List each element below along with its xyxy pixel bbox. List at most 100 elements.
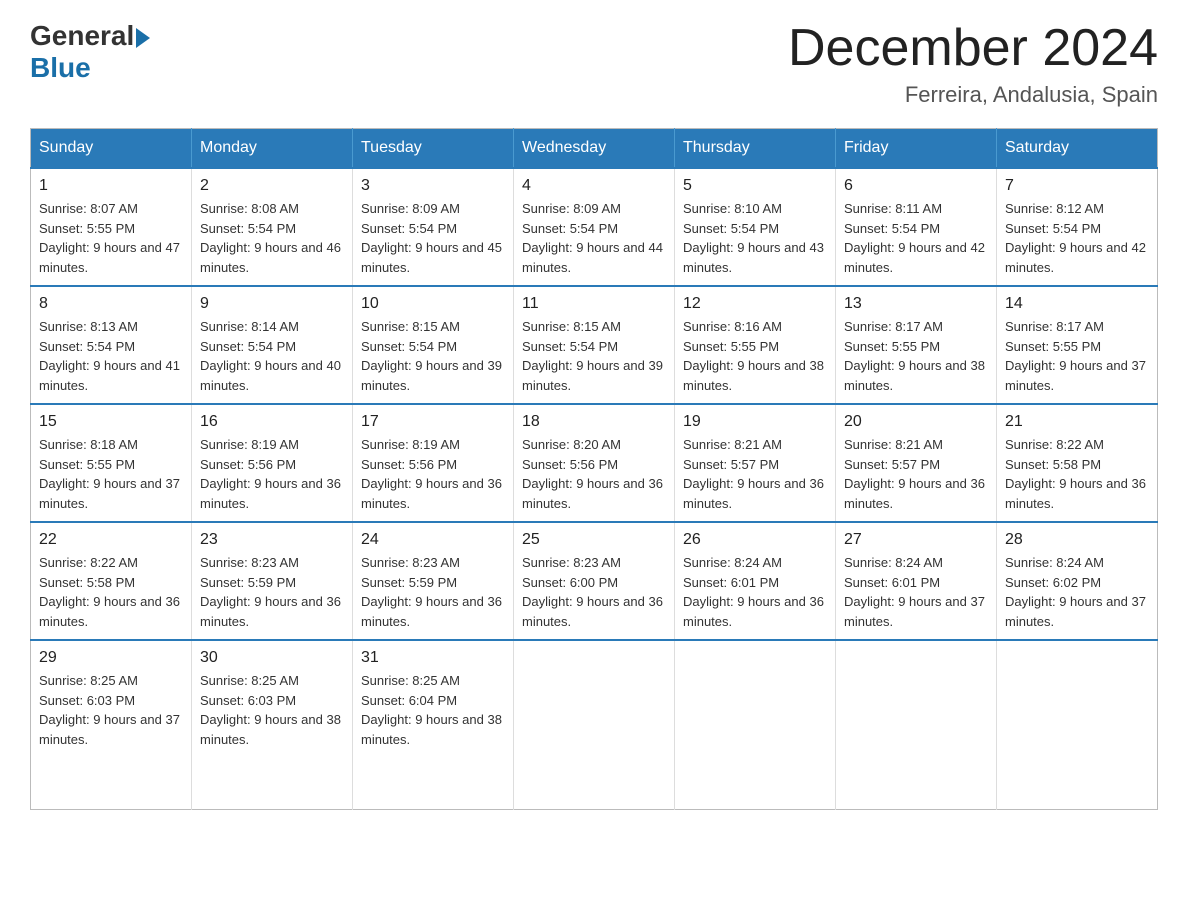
- calendar-day-cell: 6 Sunrise: 8:11 AM Sunset: 5:54 PM Dayli…: [836, 168, 997, 286]
- day-info: Sunrise: 8:18 AM Sunset: 5:55 PM Dayligh…: [39, 435, 183, 513]
- calendar-day-cell: 22 Sunrise: 8:22 AM Sunset: 5:58 PM Dayl…: [31, 522, 192, 640]
- day-info: Sunrise: 8:22 AM Sunset: 5:58 PM Dayligh…: [39, 553, 183, 631]
- calendar-day-cell: 12 Sunrise: 8:16 AM Sunset: 5:55 PM Dayl…: [675, 286, 836, 404]
- day-info: Sunrise: 8:24 AM Sunset: 6:02 PM Dayligh…: [1005, 553, 1149, 631]
- day-info: Sunrise: 8:09 AM Sunset: 5:54 PM Dayligh…: [361, 199, 505, 277]
- day-info: Sunrise: 8:20 AM Sunset: 5:56 PM Dayligh…: [522, 435, 666, 513]
- day-info: Sunrise: 8:15 AM Sunset: 5:54 PM Dayligh…: [361, 317, 505, 395]
- calendar-day-cell: 26 Sunrise: 8:24 AM Sunset: 6:01 PM Dayl…: [675, 522, 836, 640]
- weekday-header: Monday: [192, 129, 353, 169]
- day-info: Sunrise: 8:17 AM Sunset: 5:55 PM Dayligh…: [844, 317, 988, 395]
- day-info: Sunrise: 8:25 AM Sunset: 6:04 PM Dayligh…: [361, 671, 505, 749]
- location-text: Ferreira, Andalusia, Spain: [788, 82, 1158, 108]
- day-number: 31: [361, 649, 505, 667]
- day-info: Sunrise: 8:08 AM Sunset: 5:54 PM Dayligh…: [200, 199, 344, 277]
- calendar-day-cell: 18 Sunrise: 8:20 AM Sunset: 5:56 PM Dayl…: [514, 404, 675, 522]
- calendar-day-cell: 30 Sunrise: 8:25 AM Sunset: 6:03 PM Dayl…: [192, 640, 353, 810]
- weekday-header: Saturday: [997, 129, 1158, 169]
- month-title: December 2024: [788, 20, 1158, 77]
- day-number: 6: [844, 177, 988, 195]
- calendar-day-cell: 25 Sunrise: 8:23 AM Sunset: 6:00 PM Dayl…: [514, 522, 675, 640]
- day-info: Sunrise: 8:10 AM Sunset: 5:54 PM Dayligh…: [683, 199, 827, 277]
- day-number: 15: [39, 413, 183, 431]
- day-number: 24: [361, 531, 505, 549]
- day-info: Sunrise: 8:23 AM Sunset: 5:59 PM Dayligh…: [361, 553, 505, 631]
- day-info: Sunrise: 8:25 AM Sunset: 6:03 PM Dayligh…: [200, 671, 344, 749]
- day-number: 7: [1005, 177, 1149, 195]
- calendar-day-cell: 13 Sunrise: 8:17 AM Sunset: 5:55 PM Dayl…: [836, 286, 997, 404]
- day-number: 9: [200, 295, 344, 313]
- calendar-day-cell: 23 Sunrise: 8:23 AM Sunset: 5:59 PM Dayl…: [192, 522, 353, 640]
- day-number: 21: [1005, 413, 1149, 431]
- day-info: Sunrise: 8:14 AM Sunset: 5:54 PM Dayligh…: [200, 317, 344, 395]
- day-info: Sunrise: 8:07 AM Sunset: 5:55 PM Dayligh…: [39, 199, 183, 277]
- day-info: Sunrise: 8:13 AM Sunset: 5:54 PM Dayligh…: [39, 317, 183, 395]
- day-info: Sunrise: 8:21 AM Sunset: 5:57 PM Dayligh…: [844, 435, 988, 513]
- day-number: 10: [361, 295, 505, 313]
- calendar-day-cell: 5 Sunrise: 8:10 AM Sunset: 5:54 PM Dayli…: [675, 168, 836, 286]
- day-info: Sunrise: 8:16 AM Sunset: 5:55 PM Dayligh…: [683, 317, 827, 395]
- day-number: 16: [200, 413, 344, 431]
- day-info: Sunrise: 8:17 AM Sunset: 5:55 PM Dayligh…: [1005, 317, 1149, 395]
- calendar-day-cell: 8 Sunrise: 8:13 AM Sunset: 5:54 PM Dayli…: [31, 286, 192, 404]
- calendar-day-cell: 21 Sunrise: 8:22 AM Sunset: 5:58 PM Dayl…: [997, 404, 1158, 522]
- day-info: Sunrise: 8:22 AM Sunset: 5:58 PM Dayligh…: [1005, 435, 1149, 513]
- day-info: Sunrise: 8:24 AM Sunset: 6:01 PM Dayligh…: [844, 553, 988, 631]
- day-number: 12: [683, 295, 827, 313]
- day-number: 8: [39, 295, 183, 313]
- weekday-header: Wednesday: [514, 129, 675, 169]
- weekday-header: Friday: [836, 129, 997, 169]
- calendar-day-cell: 14 Sunrise: 8:17 AM Sunset: 5:55 PM Dayl…: [997, 286, 1158, 404]
- day-number: 26: [683, 531, 827, 549]
- day-info: Sunrise: 8:21 AM Sunset: 5:57 PM Dayligh…: [683, 435, 827, 513]
- day-number: 11: [522, 295, 666, 313]
- day-number: 14: [1005, 295, 1149, 313]
- day-number: 5: [683, 177, 827, 195]
- calendar-day-cell: 16 Sunrise: 8:19 AM Sunset: 5:56 PM Dayl…: [192, 404, 353, 522]
- logo-general-text: General: [30, 20, 134, 52]
- day-info: Sunrise: 8:25 AM Sunset: 6:03 PM Dayligh…: [39, 671, 183, 749]
- logo-blue-text: Blue: [30, 52, 91, 84]
- day-number: 22: [39, 531, 183, 549]
- calendar-day-cell: 15 Sunrise: 8:18 AM Sunset: 5:55 PM Dayl…: [31, 404, 192, 522]
- calendar-day-cell: 27 Sunrise: 8:24 AM Sunset: 6:01 PM Dayl…: [836, 522, 997, 640]
- weekday-header: Sunday: [31, 129, 192, 169]
- day-number: 29: [39, 649, 183, 667]
- calendar-day-cell: 17 Sunrise: 8:19 AM Sunset: 5:56 PM Dayl…: [353, 404, 514, 522]
- calendar-day-cell: 1 Sunrise: 8:07 AM Sunset: 5:55 PM Dayli…: [31, 168, 192, 286]
- calendar-day-cell: 20 Sunrise: 8:21 AM Sunset: 5:57 PM Dayl…: [836, 404, 997, 522]
- calendar-day-cell: 24 Sunrise: 8:23 AM Sunset: 5:59 PM Dayl…: [353, 522, 514, 640]
- day-number: 20: [844, 413, 988, 431]
- day-number: 13: [844, 295, 988, 313]
- day-number: 3: [361, 177, 505, 195]
- calendar-day-cell: 10 Sunrise: 8:15 AM Sunset: 5:54 PM Dayl…: [353, 286, 514, 404]
- calendar-week-row: 29 Sunrise: 8:25 AM Sunset: 6:03 PM Dayl…: [31, 640, 1158, 810]
- calendar-table: SundayMondayTuesdayWednesdayThursdayFrid…: [30, 128, 1158, 810]
- logo-arrow-icon: [136, 28, 150, 48]
- day-info: Sunrise: 8:12 AM Sunset: 5:54 PM Dayligh…: [1005, 199, 1149, 277]
- calendar-header-row: SundayMondayTuesdayWednesdayThursdayFrid…: [31, 129, 1158, 169]
- calendar-day-cell: 29 Sunrise: 8:25 AM Sunset: 6:03 PM Dayl…: [31, 640, 192, 810]
- weekday-header: Tuesday: [353, 129, 514, 169]
- calendar-day-cell: [997, 640, 1158, 810]
- day-number: 30: [200, 649, 344, 667]
- day-number: 18: [522, 413, 666, 431]
- day-info: Sunrise: 8:09 AM Sunset: 5:54 PM Dayligh…: [522, 199, 666, 277]
- day-number: 1: [39, 177, 183, 195]
- day-info: Sunrise: 8:15 AM Sunset: 5:54 PM Dayligh…: [522, 317, 666, 395]
- calendar-day-cell: 3 Sunrise: 8:09 AM Sunset: 5:54 PM Dayli…: [353, 168, 514, 286]
- calendar-day-cell: 7 Sunrise: 8:12 AM Sunset: 5:54 PM Dayli…: [997, 168, 1158, 286]
- calendar-day-cell: [836, 640, 997, 810]
- day-number: 27: [844, 531, 988, 549]
- day-info: Sunrise: 8:23 AM Sunset: 5:59 PM Dayligh…: [200, 553, 344, 631]
- weekday-header: Thursday: [675, 129, 836, 169]
- day-info: Sunrise: 8:19 AM Sunset: 5:56 PM Dayligh…: [200, 435, 344, 513]
- calendar-day-cell: 9 Sunrise: 8:14 AM Sunset: 5:54 PM Dayli…: [192, 286, 353, 404]
- day-number: 25: [522, 531, 666, 549]
- calendar-week-row: 15 Sunrise: 8:18 AM Sunset: 5:55 PM Dayl…: [31, 404, 1158, 522]
- day-info: Sunrise: 8:24 AM Sunset: 6:01 PM Dayligh…: [683, 553, 827, 631]
- calendar-day-cell: [514, 640, 675, 810]
- calendar-day-cell: [675, 640, 836, 810]
- day-number: 28: [1005, 531, 1149, 549]
- day-info: Sunrise: 8:23 AM Sunset: 6:00 PM Dayligh…: [522, 553, 666, 631]
